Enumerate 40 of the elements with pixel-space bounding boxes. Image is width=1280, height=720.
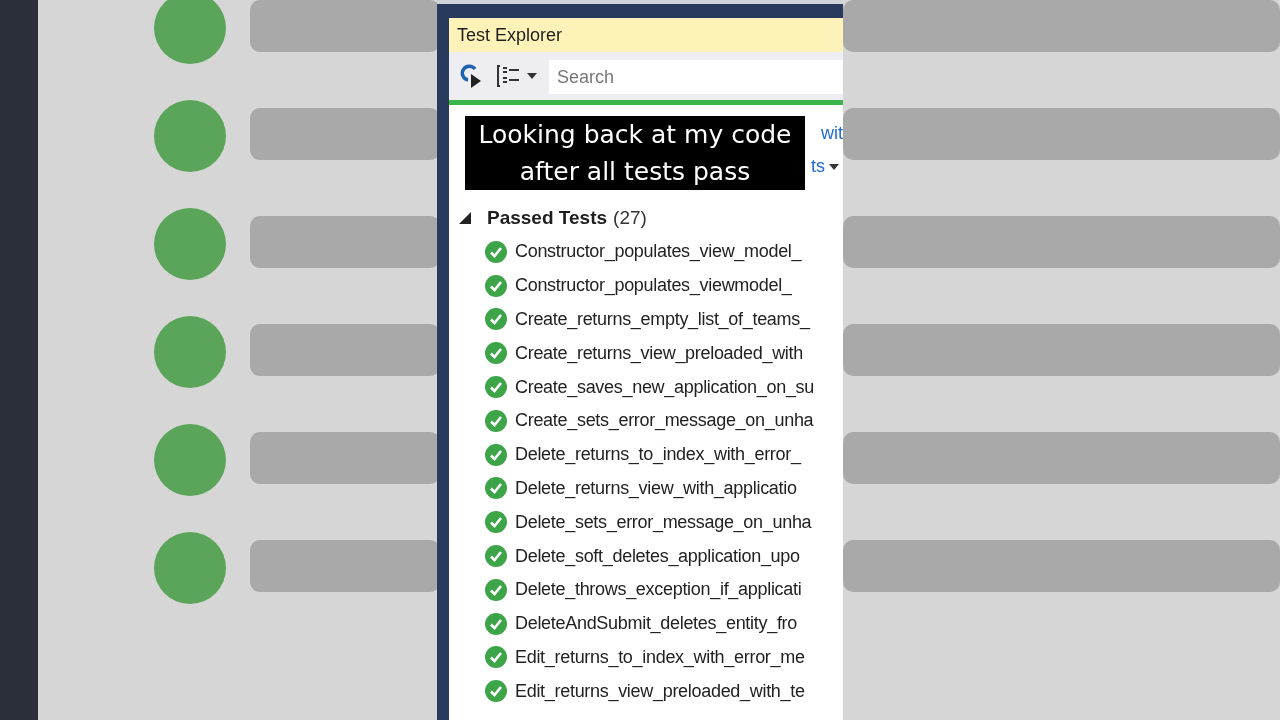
check-icon [485, 376, 507, 399]
test-name[interactable]: Delete_returns_to_index_with_error_ [515, 444, 801, 466]
check-icon [485, 545, 507, 568]
check-icon [485, 680, 507, 703]
summary-menu[interactable]: ts [811, 156, 843, 177]
caption: Looking back at my code after all tests pass [465, 116, 805, 190]
check-icon [485, 308, 507, 331]
expanded-triangle-icon[interactable] [459, 212, 471, 224]
summary-link[interactable]: wit [821, 123, 843, 144]
check-icon [485, 612, 507, 635]
search-field[interactable]: Search [549, 60, 843, 94]
group-count: (27) [613, 207, 647, 229]
group-label: Passed Tests [487, 207, 608, 229]
group-list-icon [497, 64, 521, 88]
test-name[interactable]: Create_returns_view_preloaded_with [515, 342, 803, 364]
test-name[interactable]: Constructor_populates_viewmodel_ [515, 275, 792, 297]
caret-icon [829, 163, 839, 170]
window-title: Test Explorer [449, 18, 843, 52]
check-icon [485, 342, 507, 365]
check-icon [485, 274, 507, 297]
test-name[interactable]: Create_saves_new_application_on_su [515, 376, 815, 398]
check-icon [485, 511, 507, 534]
test-name[interactable]: Create_sets_error_message_on_unha [515, 410, 814, 432]
check-icon [485, 443, 507, 466]
test-name[interactable]: Delete_returns_view_with_applicatio [515, 477, 797, 499]
group-by-button[interactable] [495, 62, 539, 90]
check-icon [485, 240, 507, 263]
check-icon [485, 477, 507, 500]
test-name[interactable]: Create_returns_empty_list_of_teams_ [515, 309, 810, 330]
check-icon [485, 578, 507, 601]
check-icon [485, 409, 507, 432]
test-name[interactable]: Delete_throws_exception_if_applicati [515, 579, 802, 601]
test-name[interactable]: Delete_soft_deletes_application_upo [515, 545, 800, 567]
caret-icon [527, 73, 537, 79]
check-icon [485, 646, 507, 669]
test-name[interactable]: Constructor_populates_view_model_ [515, 241, 802, 263]
test-name[interactable]: DeleteAndSubmit_deletes_entity_fro [515, 613, 797, 635]
test-name[interactable]: Delete_sets_error_message_on_unha [515, 511, 812, 533]
test-name[interactable]: Edit_returns_to_index_with_error_me [515, 646, 805, 668]
test-name[interactable]: Edit_returns_view_preloaded_with_te [515, 680, 805, 702]
